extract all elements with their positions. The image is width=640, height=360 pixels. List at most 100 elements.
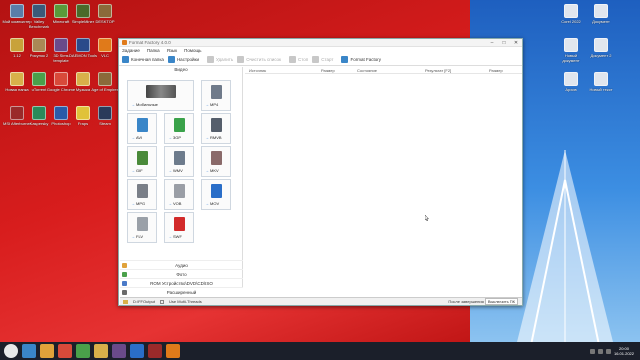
toolbar-button-stop[interactable]: Стоп: [289, 56, 308, 63]
toolbar-label: Format Factory: [350, 57, 381, 62]
format-tile-mp4[interactable]: →MP4: [201, 80, 231, 111]
toolbar-button-folder[interactable]: Конечная папка: [122, 56, 164, 63]
format-name: →MKV: [205, 168, 219, 173]
threads-checkbox[interactable]: [160, 299, 165, 304]
format-grid: →Мобильные →MP4 →AVI →3GP →RMVB →GIF →WMV →MKV →…: [127, 80, 237, 243]
format-label: MPG: [136, 201, 146, 206]
desktop-icon[interactable]: Age of Empires: [90, 72, 120, 104]
format-label: MKV: [210, 168, 219, 173]
output-path[interactable]: D:\FFOutput: [133, 299, 155, 304]
format-tile-mkv[interactable]: →MKV: [201, 146, 231, 177]
desktop-icon[interactable]: Документ: [586, 4, 616, 36]
menu-folder[interactable]: Папка: [147, 48, 160, 53]
menu-help[interactable]: Помощь: [184, 48, 201, 53]
task-list: Источник Размер Состояние Результат [F2]…: [245, 67, 522, 297]
maximize-button[interactable]: □: [498, 39, 510, 47]
format-label: GIF: [136, 168, 143, 173]
format-tile-gif[interactable]: →GIF: [127, 146, 157, 177]
after-converting-select[interactable]: Выключить ПК: [484, 298, 518, 305]
taskbar-app-icon[interactable]: [130, 344, 144, 358]
taskbar-app-icon[interactable]: [112, 344, 126, 358]
desktop-icon[interactable]: VLC: [90, 38, 120, 70]
format-label: SWF: [173, 234, 182, 239]
arrow-icon: →: [168, 234, 172, 239]
format-name: →MPG: [131, 201, 145, 206]
minimize-button[interactable]: –: [486, 39, 498, 47]
taskbar-app-icon[interactable]: [76, 344, 90, 358]
format-label: MP4: [210, 102, 219, 107]
app-icon: [32, 4, 46, 18]
col-source[interactable]: Источник: [245, 68, 317, 73]
col-state[interactable]: Состояние: [353, 68, 421, 73]
clock-date: 16.01.2022: [613, 351, 634, 356]
col-result[interactable]: Результат [F2]: [421, 68, 485, 73]
toolbar-label: Стоп: [298, 57, 309, 62]
format-thumb-icon: [137, 118, 148, 132]
menu-language[interactable]: Язык: [167, 48, 178, 53]
format-tile-avi[interactable]: →AVI: [127, 113, 157, 144]
network-icon[interactable]: [589, 348, 595, 354]
category-0[interactable]: Аудио: [120, 260, 243, 269]
toolbar-button-settings[interactable]: Настройки: [167, 56, 200, 63]
format-label: Мобильные: [136, 102, 158, 107]
close-button[interactable]: ✕: [510, 39, 522, 47]
volume-icon[interactable]: [597, 348, 603, 354]
taskbar-app-icon[interactable]: [94, 344, 108, 358]
taskbar-app-icon[interactable]: [58, 344, 72, 358]
menu-task[interactable]: Задание: [122, 48, 140, 53]
desktop-icon[interactable]: Новый документ: [556, 38, 586, 70]
format-tile-vob[interactable]: →VOB: [164, 179, 194, 210]
arrow-icon: →: [168, 168, 172, 173]
desktop-icon-label: Новый текст: [589, 88, 613, 92]
format-thumb-icon: [174, 151, 185, 165]
format-name: →WMV: [168, 168, 183, 173]
desktop-icon[interactable]: Steam: [90, 106, 120, 138]
category-video[interactable]: Видео: [120, 67, 242, 73]
category-label: Аудио: [175, 262, 188, 268]
category-1[interactable]: Фото: [120, 269, 243, 278]
desktop-icon[interactable]: Архив: [556, 72, 586, 104]
format-tile-wmv[interactable]: →WMV: [164, 146, 194, 177]
format-tile-mov[interactable]: →MOV: [201, 179, 231, 210]
format-tile-flv[interactable]: →FLV: [127, 212, 157, 243]
desktop-icon[interactable]: DESKTOP: [90, 4, 120, 36]
settings-icon: [167, 56, 175, 63]
arrow-icon: →: [131, 168, 135, 173]
folder-small-icon: [123, 299, 128, 304]
format-tile-swf[interactable]: →SWF: [164, 212, 194, 243]
format-thumb-icon: [137, 184, 148, 198]
toolbar-label: Настройки: [176, 57, 200, 62]
format-tile-3gp[interactable]: →3GP: [164, 113, 194, 144]
taskbar-app-icon[interactable]: [148, 344, 162, 358]
app-icon: [10, 106, 24, 120]
app-icon: [32, 106, 46, 120]
after-converting-label: После завершения: [448, 299, 484, 304]
taskbar-app-icon[interactable]: [166, 344, 180, 358]
category-3[interactable]: Расширенный: [120, 287, 243, 296]
app-icon: [98, 4, 112, 18]
arrow-icon: →: [131, 102, 135, 107]
toolbar-button-start[interactable]: Старт: [312, 56, 333, 63]
language-icon[interactable]: [605, 348, 611, 354]
format-tile-mpg[interactable]: →MPG: [127, 179, 157, 210]
toolbar-button-delete[interactable]: Удалить: [207, 56, 233, 63]
taskbar-app-icon[interactable]: [40, 344, 54, 358]
app-icon: [76, 72, 90, 86]
toolbar-button-logo[interactable]: Format Factory: [341, 56, 381, 63]
format-tile-rmvb[interactable]: →RMVB: [201, 113, 231, 144]
desktop-icon[interactable]: Corel 2022: [556, 4, 586, 36]
taskbar-app-icon[interactable]: [22, 344, 36, 358]
app-icon: [54, 106, 68, 120]
start-button[interactable]: [4, 344, 18, 358]
clock[interactable]: 20:00 16.01.2022: [614, 346, 634, 356]
desktop-icon-label: Архив: [565, 88, 577, 92]
category-icon: [122, 289, 127, 295]
toolbar-button-clear-list[interactable]: Очистить список: [237, 56, 281, 63]
category-2[interactable]: ROM Устройство\DVD\CD\ISO: [120, 278, 243, 287]
desktop-icon[interactable]: Новый текст: [586, 72, 616, 104]
col-size[interactable]: Размер: [317, 68, 353, 73]
col-result-size[interactable]: Размер: [485, 68, 521, 73]
desktop-icon[interactable]: Документ 2: [586, 38, 616, 70]
format-thumb-icon: [211, 118, 222, 132]
format-tile-мобильные[interactable]: →Мобильные: [127, 80, 194, 111]
